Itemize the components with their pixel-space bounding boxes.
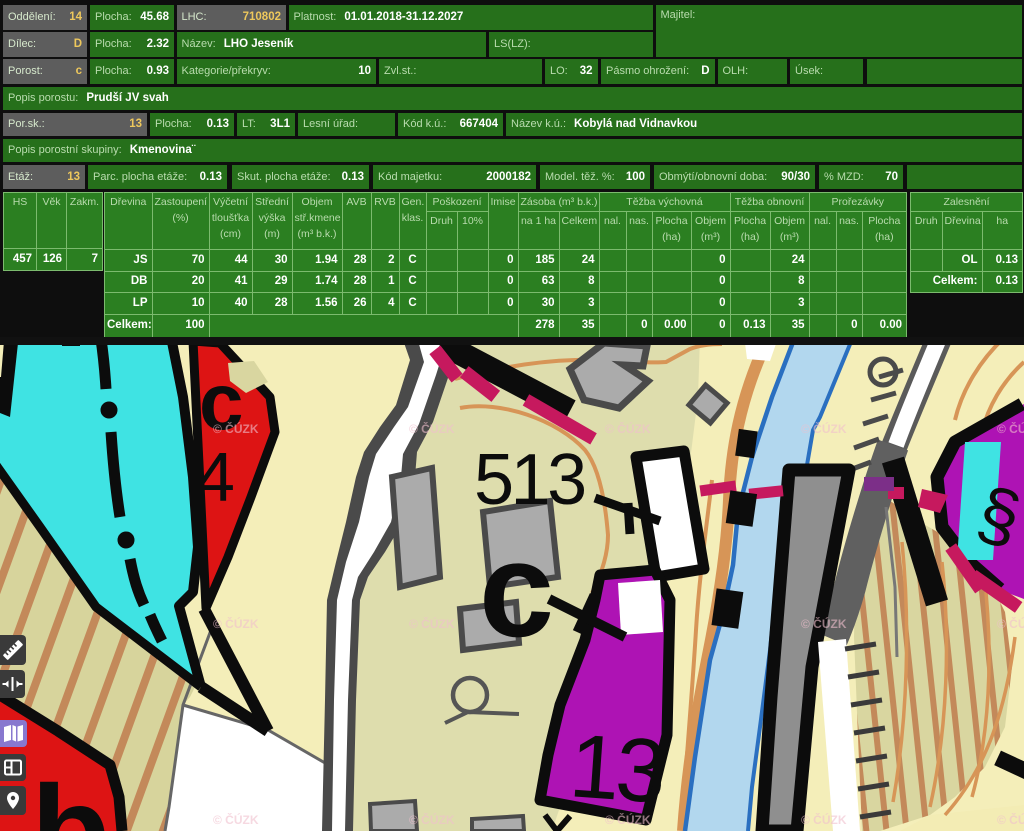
svg-text:© ČÚZK: © ČÚZK — [997, 421, 1024, 436]
svg-text:© ČÚZK: © ČÚZK — [409, 812, 455, 827]
svg-text:b: b — [31, 758, 110, 831]
svg-text:© ČÚZK: © ČÚZK — [801, 421, 847, 436]
svg-text:© ČÚZK: © ČÚZK — [605, 812, 651, 827]
svg-text:© ČÚZK: © ČÚZK — [801, 812, 847, 827]
svg-text:© ČÚZK: © ČÚZK — [997, 812, 1024, 827]
svg-text:© ČÚZK: © ČÚZK — [605, 421, 651, 436]
svg-text:© ČÚZK: © ČÚZK — [409, 421, 455, 436]
svg-text:13: 13 — [566, 716, 666, 822]
svg-text:513: 513 — [474, 440, 584, 520]
svg-text:© ČÚZK: © ČÚZK — [213, 421, 259, 436]
svg-text:© ČÚZK: © ČÚZK — [409, 616, 455, 631]
svg-text:© ČÚZK: © ČÚZK — [213, 812, 259, 827]
svg-text:c: c — [479, 514, 554, 665]
svg-text:© ČÚZK: © ČÚZK — [997, 616, 1024, 631]
svg-text:4: 4 — [196, 438, 235, 516]
svg-text:© ČÚZK: © ČÚZK — [801, 616, 847, 631]
svg-text:© ČÚZK: © ČÚZK — [213, 616, 259, 631]
